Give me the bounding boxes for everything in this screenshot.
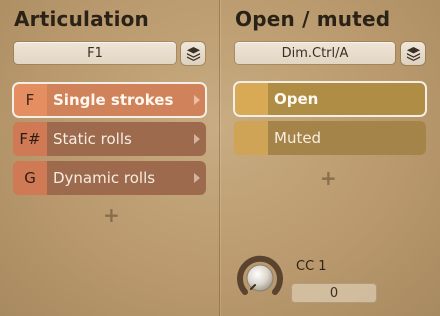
group-list: Open Muted (233, 81, 427, 160)
articulation-panel: Articulation F1 F Single strokes F# Stat… (0, 0, 219, 316)
articulation-item-static-rolls[interactable]: F# Static rolls (13, 122, 206, 156)
articulation-item-single-strokes[interactable]: F Single strokes (12, 82, 207, 118)
keyswitch-label: F# (13, 122, 47, 156)
group-color-swatch (234, 121, 268, 155)
add-articulation-button[interactable]: + (103, 203, 120, 227)
stack-layers-icon (186, 46, 200, 61)
controller-selector[interactable]: Dim.Ctrl/A (235, 42, 395, 64)
articulation-label: Single strokes (53, 91, 174, 109)
group-menu-button[interactable] (401, 42, 425, 65)
cc-label: CC 1 (296, 259, 327, 274)
articulation-item-dynamic-rolls[interactable]: G Dynamic rolls (13, 161, 206, 195)
group-item-open[interactable]: Open (233, 81, 427, 117)
chevron-right-icon[interactable] (194, 173, 200, 183)
keyswitch-label: G (13, 161, 47, 195)
add-group-button[interactable]: + (320, 166, 337, 190)
bank-menu-button[interactable] (181, 42, 205, 65)
group-color-swatch (234, 82, 268, 116)
articulation-list: F Single strokes F# Static rolls G Dynam… (12, 82, 207, 200)
group-item-muted[interactable]: Muted (234, 121, 426, 155)
group-label: Open (274, 90, 319, 108)
stack-layers-icon (406, 46, 420, 61)
articulation-label: Dynamic rolls (53, 169, 156, 187)
cc-value-field[interactable]: 0 (291, 283, 377, 303)
chevron-right-icon[interactable] (194, 95, 200, 105)
articulation-title: Articulation (14, 7, 149, 31)
keyswitch-label: F (13, 83, 47, 117)
knob-dial (237, 255, 283, 295)
bank-selector[interactable]: F1 (14, 42, 176, 64)
cc-knob[interactable] (236, 254, 284, 302)
group-title: Open / muted (235, 7, 391, 31)
articulation-label: Static rolls (53, 130, 132, 148)
chevron-right-icon[interactable] (194, 134, 200, 144)
group-label: Muted (274, 129, 322, 147)
group-panel: Open / muted Dim.Ctrl/A Open Muted + CC … (220, 0, 440, 316)
